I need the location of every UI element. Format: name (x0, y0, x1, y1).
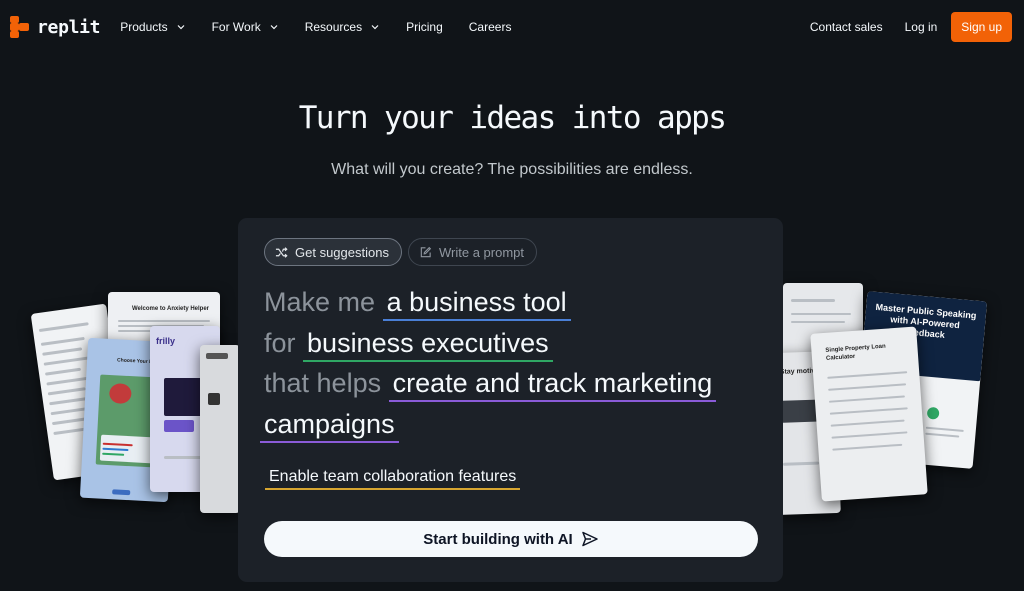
feature-suggestion[interactable]: Enable team collaboration features (265, 468, 521, 490)
nav-products-label: Products (120, 20, 168, 34)
prompt-prefix: Make me (264, 287, 376, 317)
tab-write-a-prompt-label: Write a prompt (439, 244, 525, 260)
tab-get-suggestions-label: Get suggestions (295, 244, 389, 260)
prompt-prefix: that helps (264, 368, 382, 398)
shuffle-icon (275, 246, 288, 258)
send-icon (581, 531, 598, 547)
log-in-link[interactable]: Log in (905, 20, 938, 34)
nav-careers-label: Careers (468, 20, 512, 34)
nav-products[interactable]: Products (120, 20, 185, 34)
start-building-button[interactable]: Start building with AI (264, 521, 758, 557)
prompt-choice-audience[interactable]: business executives (303, 327, 553, 362)
prompt-line-4: campaigns (260, 408, 399, 443)
top-nav: replit Products For Work Resources Prici… (0, 0, 1024, 54)
nav-resources-label: Resources (304, 20, 363, 34)
chevron-down-icon (177, 25, 185, 30)
hero-title: Turn your ideas into apps (298, 100, 727, 136)
chevron-down-icon (371, 25, 379, 30)
replit-logo-icon (10, 16, 30, 38)
hero-subtitle: What will you create? The possibilities … (331, 161, 693, 178)
preview-card-loan-calculator: Single Property Loan Calculator (810, 326, 928, 502)
start-building-label: Start building with AI (423, 530, 573, 548)
prompt-line-2: for business executives (264, 327, 553, 362)
prompt-choice-app-type[interactable]: a business tool (382, 286, 571, 321)
nav-resources[interactable]: Resources (305, 20, 380, 34)
nav-for-work-label: For Work (211, 20, 261, 34)
prompt-choice-purpose-cont[interactable]: campaigns (260, 408, 399, 443)
prompt-builder-panel: Get suggestions Write a prompt Make me a… (238, 218, 783, 582)
brand-name: replit (37, 16, 101, 38)
chevron-down-icon (270, 25, 278, 30)
prompt-choice-purpose[interactable]: create and track marketing (388, 367, 717, 402)
preview-card-title: Welcome to Anxiety Helper (132, 306, 210, 312)
replit-logo[interactable]: replit (10, 16, 101, 38)
nav-pricing[interactable]: Pricing (406, 20, 443, 34)
tab-write-a-prompt[interactable]: Write a prompt (408, 238, 538, 266)
prompt-line-1: Make me a business tool (264, 286, 571, 321)
preview-card (200, 345, 240, 513)
nav-for-work[interactable]: For Work (212, 20, 279, 34)
preview-card-title: frilly (156, 336, 176, 346)
prompt-line-3: that helps create and track marketing (264, 367, 717, 402)
nav-careers[interactable]: Careers (469, 20, 512, 34)
edit-icon (420, 246, 432, 257)
nav-pricing-label: Pricing (406, 20, 443, 34)
prompt-prefix: for (264, 328, 296, 358)
preview-card-title: Single Property Loan Calculator (825, 343, 886, 362)
contact-sales-link[interactable]: Contact sales (810, 20, 883, 34)
sign-up-button[interactable]: Sign up (951, 12, 1012, 42)
tab-get-suggestions[interactable]: Get suggestions (264, 238, 402, 266)
